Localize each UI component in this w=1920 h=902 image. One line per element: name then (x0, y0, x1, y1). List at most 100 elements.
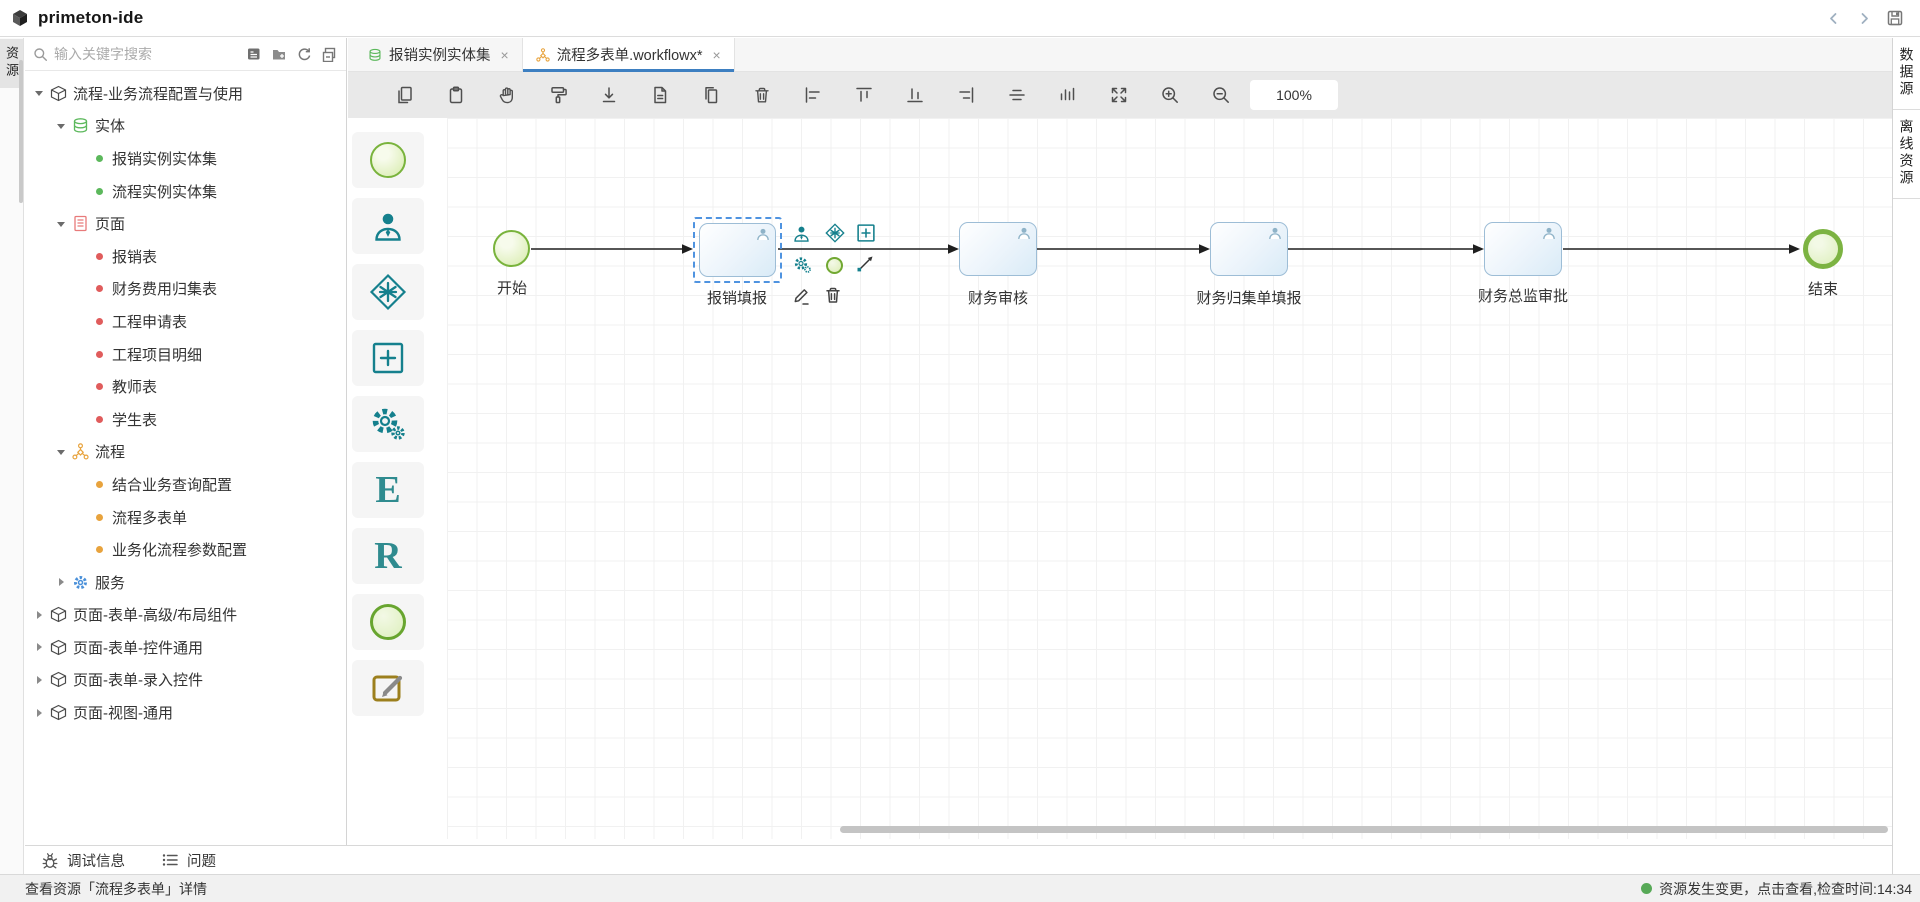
tree-item-leaf[interactable]: 结合业务查询配置 (25, 468, 346, 501)
zoom-in-button[interactable] (1160, 85, 1180, 105)
tree-item-leaf[interactable]: 工程项目明细 (25, 338, 346, 371)
document-button[interactable] (650, 85, 670, 105)
status-resource-changed[interactable]: 资源发生变更，点击查看,检查时间:14:34 (1641, 879, 1912, 899)
tree-item-leaf[interactable]: 业务化流程参数配置 (25, 533, 346, 566)
node-task[interactable] (1484, 222, 1562, 276)
copy-document-button[interactable] (701, 85, 721, 105)
tree-item-module[interactable]: 页面-表单-控件通用 (25, 631, 346, 664)
save-icon[interactable] (1886, 9, 1904, 27)
rail-tab-offline-resources[interactable]: 离线资源 (1893, 110, 1920, 199)
node-label: 财务归集单填报 (1184, 287, 1314, 308)
chevron-down-icon[interactable] (34, 88, 44, 98)
chevron-right-icon[interactable] (56, 577, 66, 587)
service-gear-icon (72, 574, 89, 591)
bottom-tab-label: 问题 (187, 850, 216, 871)
pad-user-task-icon[interactable] (791, 223, 811, 243)
close-icon[interactable]: × (501, 48, 509, 62)
tree-item-leaf[interactable]: 流程实例实体集 (25, 175, 346, 208)
delete-button[interactable] (752, 85, 772, 105)
chevron-down-icon[interactable] (56, 121, 66, 131)
tree-item-leaf[interactable]: 学生表 (25, 403, 346, 436)
import-button[interactable] (599, 85, 619, 105)
chevron-right-icon[interactable] (34, 675, 44, 685)
tab-debug-info[interactable]: 调试信息 (41, 850, 125, 871)
tree-item-module[interactable]: 页面-视图-通用 (25, 696, 346, 729)
copy-button[interactable] (395, 85, 415, 105)
module-cube-icon (50, 671, 67, 688)
distribute-vertical-button[interactable] (1058, 85, 1078, 105)
chevron-down-icon[interactable] (56, 219, 66, 229)
chevron-right-icon[interactable] (34, 610, 44, 620)
zoom-out-button[interactable] (1211, 85, 1231, 105)
nav-forward-icon[interactable] (1855, 9, 1873, 27)
workflow-canvas[interactable]: E R (348, 118, 1892, 845)
node-label: 开始 (477, 277, 547, 298)
red-dot-icon (96, 351, 103, 358)
tree-item-leaf[interactable]: 流程多表单 (25, 501, 346, 534)
orange-dot-icon (96, 546, 103, 553)
tree-item-leaf[interactable]: 教师表 (25, 370, 346, 403)
status-right-text: 资源发生变更，点击查看,检查时间:14:34 (1659, 879, 1912, 899)
tree-item-module[interactable]: 页面-表单-高级/布局组件 (25, 599, 346, 632)
chevron-right-icon[interactable] (34, 708, 44, 718)
tree-item-entity-group[interactable]: 实体 (25, 110, 346, 143)
pad-delete-icon[interactable] (823, 285, 843, 305)
tree-item-page-group[interactable]: 页面 (25, 207, 346, 240)
red-dot-icon (96, 253, 103, 260)
align-right-button[interactable] (956, 85, 976, 105)
refresh-icon[interactable] (296, 46, 312, 62)
tree-item-leaf[interactable]: 报销表 (25, 240, 346, 273)
tab-workflow[interactable]: 流程多表单.workflowx* × (523, 38, 735, 71)
explorer-scrollbar[interactable] (19, 60, 23, 203)
pad-edit-icon[interactable] (791, 285, 811, 305)
problems-list-icon (161, 851, 179, 869)
resource-explorer-panel: 流程-业务流程配置与使用 实体 报销实例实体集 流程实例实体集 (25, 38, 347, 845)
import-script-icon[interactable] (246, 46, 262, 62)
close-icon[interactable]: × (713, 48, 721, 62)
tree-item-label: 页面-表单-高级/布局组件 (73, 604, 237, 625)
user-task-person-icon (1542, 227, 1556, 240)
tree-item-process-group[interactable]: 流程 (25, 436, 346, 469)
align-top-button[interactable] (854, 85, 874, 105)
tab-problems[interactable]: 问题 (161, 850, 216, 871)
app-title: primeton-ide (38, 8, 143, 28)
tree-item-leaf[interactable]: 财务费用归集表 (25, 273, 346, 306)
pan-hand-button[interactable] (497, 85, 517, 105)
nav-back-icon[interactable] (1824, 9, 1842, 27)
selection-outline (693, 217, 782, 283)
pad-service-task-icon[interactable] (792, 255, 812, 275)
fit-screen-button[interactable] (1109, 85, 1129, 105)
new-folder-icon[interactable] (271, 46, 287, 62)
collapse-all-icon[interactable] (321, 46, 337, 62)
tab-entity-set[interactable]: 报销实例实体集 × (355, 38, 523, 71)
tree-item-label: 流程多表单 (112, 507, 187, 528)
pad-connect-icon[interactable] (856, 253, 876, 273)
rail-tab-datasource[interactable]: 数据源 (1893, 38, 1920, 110)
tree-item-module[interactable]: 流程-业务流程配置与使用 (25, 77, 346, 110)
format-paint-button[interactable] (548, 85, 568, 105)
node-task-selected[interactable] (699, 223, 776, 277)
node-task[interactable] (959, 222, 1037, 276)
canvas-horizontal-scrollbar[interactable] (840, 826, 1888, 833)
align-left-button[interactable] (803, 85, 823, 105)
zoom-level-input[interactable]: 100% (1250, 80, 1338, 110)
align-center-button[interactable] (1007, 85, 1027, 105)
tree-item-label: 教师表 (112, 376, 157, 397)
node-task[interactable] (1210, 222, 1288, 276)
node-end-event[interactable] (1803, 229, 1843, 269)
align-bottom-button[interactable] (905, 85, 925, 105)
tree-item-leaf[interactable]: 工程申请表 (25, 305, 346, 338)
node-start-event[interactable] (493, 230, 530, 267)
tree-item-label: 工程项目明细 (112, 344, 202, 365)
paste-button[interactable] (446, 85, 466, 105)
tree-item-module[interactable]: 页面-表单-录入控件 (25, 664, 346, 697)
pad-end-event-icon[interactable] (824, 255, 844, 275)
tree-item-leaf[interactable]: 报销实例实体集 (25, 142, 346, 175)
node-label: 结束 (1788, 278, 1858, 299)
chevron-down-icon[interactable] (56, 447, 66, 457)
pad-subprocess-icon[interactable] (856, 223, 876, 243)
tree-item-service-group[interactable]: 服务 (25, 566, 346, 599)
chevron-right-icon[interactable] (34, 642, 44, 652)
pad-gateway-icon[interactable] (825, 223, 845, 243)
search-input[interactable] (54, 46, 240, 62)
